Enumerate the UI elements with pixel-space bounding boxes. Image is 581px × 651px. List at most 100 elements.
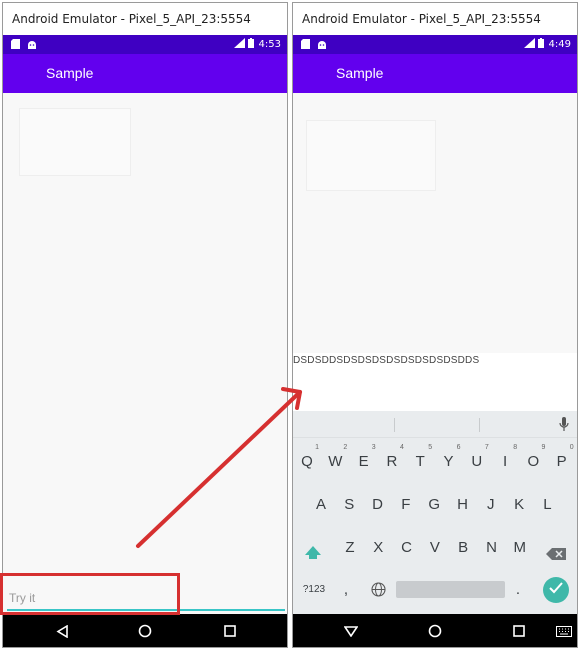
key-s[interactable]: S	[337, 496, 361, 513]
suggestion-divider	[394, 418, 395, 432]
key-e[interactable]: E3	[352, 444, 376, 470]
app-bar: Sample	[293, 54, 577, 93]
sd-card-icon	[11, 39, 20, 52]
key-label: H	[457, 496, 468, 513]
key-hint: 8	[513, 444, 518, 451]
key-label: Z	[345, 539, 355, 556]
key-label: X	[373, 539, 384, 556]
back-icon[interactable]	[343, 623, 359, 639]
home-icon[interactable]	[427, 623, 443, 639]
key-label: K	[514, 496, 525, 513]
key-l[interactable]: L	[535, 496, 559, 513]
status-time: 4:53	[258, 39, 281, 50]
enter-button[interactable]	[543, 577, 569, 603]
soft-keyboard: Q1W2E3R4T5Y6U7I8O9P0 ASDFGHJKL ZXCVBNM ?…	[293, 411, 577, 614]
space-bar[interactable]	[396, 581, 505, 598]
key-hint: 1	[315, 444, 319, 451]
key-label: D	[372, 496, 384, 513]
key-hint: 2	[343, 444, 348, 451]
key-label: M	[513, 539, 527, 556]
battery-icon	[537, 38, 544, 51]
key-n[interactable]: N	[480, 539, 504, 556]
key-label: F	[401, 496, 411, 513]
backspace-icon[interactable]	[546, 547, 566, 565]
app-title: Sample	[336, 65, 384, 81]
key-label: R	[386, 453, 398, 470]
sd-card-icon	[301, 39, 310, 52]
status-bar: 4:49	[293, 35, 577, 54]
window-title: Android Emulator - Pixel_5_API_23:5554	[3, 3, 287, 35]
comma-key[interactable]: ,	[339, 581, 353, 598]
key-t[interactable]: T5	[408, 444, 433, 470]
battery-icon	[247, 38, 254, 51]
signal-icon	[523, 38, 535, 51]
key-z[interactable]: Z	[338, 539, 362, 556]
page-content	[3, 93, 287, 614]
key-v[interactable]: V	[423, 539, 447, 556]
key-hint: 7	[484, 444, 489, 451]
key-label: E	[358, 453, 369, 470]
key-u[interactable]: U7	[465, 444, 488, 470]
key-d[interactable]: D	[366, 496, 390, 513]
navigation-bar	[293, 614, 577, 647]
key-label: V	[429, 539, 440, 556]
key-q[interactable]: Q1	[295, 444, 319, 470]
key-hint: 6	[456, 444, 461, 451]
emulator-window-left: Android Emulator - Pixel_5_API_23:5554 4…	[2, 2, 288, 648]
key-c[interactable]: C	[395, 539, 419, 556]
key-hint: 3	[371, 444, 376, 451]
key-label: C	[401, 539, 413, 556]
recents-icon[interactable]	[511, 623, 527, 639]
text-entry[interactable]: DSDSDDSDSDSDSDSDSDSDSDSDDS	[293, 355, 479, 366]
key-g[interactable]: G	[422, 496, 446, 513]
status-time: 4:49	[548, 39, 571, 50]
key-w[interactable]: W2	[323, 444, 347, 470]
home-icon[interactable]	[137, 623, 153, 639]
key-h[interactable]: H	[451, 496, 475, 513]
microphone-icon[interactable]	[559, 417, 569, 437]
key-label: J	[487, 496, 495, 513]
check-icon	[549, 581, 563, 599]
key-i[interactable]: I8	[493, 444, 517, 470]
key-label: W	[328, 453, 343, 470]
key-label: S	[344, 496, 355, 513]
key-a[interactable]: A	[309, 496, 333, 513]
key-y[interactable]: Y6	[437, 444, 460, 470]
suggestion-strip	[293, 411, 577, 438]
key-hint: 0	[569, 444, 574, 451]
key-b[interactable]: B	[451, 539, 475, 556]
back-icon[interactable]	[54, 623, 70, 639]
key-hint: 5	[428, 444, 433, 451]
image-placeholder	[306, 120, 436, 191]
symbols-key[interactable]: ?123	[299, 584, 329, 595]
key-j[interactable]: J	[479, 496, 503, 513]
key-p[interactable]: P0	[550, 444, 574, 470]
android-icon	[27, 39, 37, 52]
key-x[interactable]: X	[366, 539, 390, 556]
recents-icon[interactable]	[222, 623, 238, 639]
key-f[interactable]: F	[394, 496, 418, 513]
key-label: G	[428, 496, 441, 513]
window-title: Android Emulator - Pixel_5_API_23:5554	[293, 3, 577, 35]
status-bar: 4:53	[3, 35, 287, 54]
key-label: U	[471, 453, 483, 470]
android-icon	[317, 39, 327, 52]
key-label: Q	[301, 453, 313, 470]
shift-icon[interactable]	[304, 545, 322, 566]
key-label: O	[527, 453, 540, 470]
key-m[interactable]: M	[508, 539, 532, 556]
signal-icon	[233, 38, 245, 51]
key-r[interactable]: R4	[380, 444, 403, 470]
key-label: B	[458, 539, 469, 556]
key-o[interactable]: O9	[521, 444, 546, 470]
key-label: T	[415, 453, 425, 470]
keyboard-switch-icon[interactable]	[555, 623, 573, 639]
key-label: P	[556, 453, 567, 470]
key-hint: 4	[399, 444, 404, 451]
period-key[interactable]: .	[511, 581, 525, 598]
entry-area: DSDSDDSDSDSDSDSDSDSDSDSDDS	[293, 353, 577, 411]
suggestion-divider	[479, 418, 480, 432]
app-bar: Sample	[3, 54, 287, 93]
key-k[interactable]: K	[507, 496, 531, 513]
globe-icon[interactable]	[371, 582, 386, 602]
